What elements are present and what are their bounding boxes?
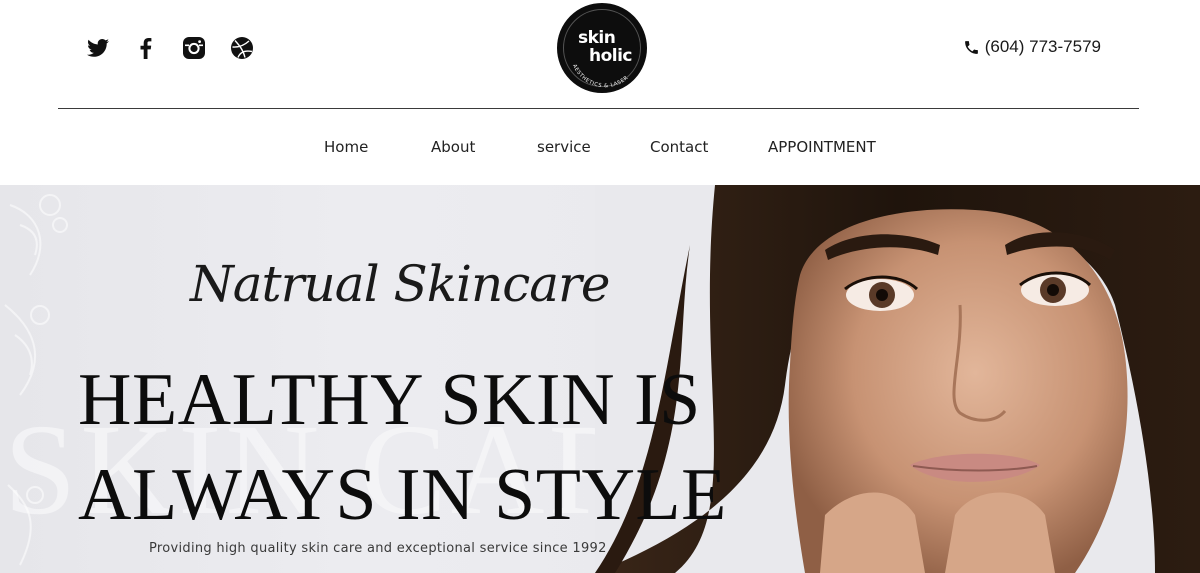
top-bar: skin holic AESTHETICS & LASER (604) 773-… [0,0,1200,109]
hero-tagline: Providing high quality skin care and exc… [149,541,607,556]
social-links [84,34,255,61]
facebook-link[interactable] [132,34,159,61]
instagram-link[interactable] [180,34,207,61]
twitter-icon [86,38,109,57]
nav-item-about[interactable]: About [431,138,475,156]
main-nav: Home About service Contact APPOINTMENT [0,138,1200,158]
header-divider [58,108,1139,109]
svg-text:AESTHETICS & LASER: AESTHETICS & LASER [571,63,630,89]
phone-icon [964,40,978,54]
facebook-icon [140,37,151,59]
twitter-link[interactable] [84,34,111,61]
hero-headline-line-2: ALWAYS IN STYLE [78,454,727,536]
hero-script-title: Natrual Skincare [190,255,610,313]
nav-item-contact[interactable]: Contact [650,138,708,156]
hero-headline: HEALTHY SKIN IS ALWAYS IN STYLE [78,353,727,543]
dribbble-icon [230,36,253,59]
instagram-icon [182,36,205,59]
nav-item-appointment[interactable]: APPOINTMENT [768,138,876,156]
brand-logo[interactable]: skin holic AESTHETICS & LASER [557,3,647,93]
logo-arc-text: AESTHETICS & LASER [571,63,630,89]
phone-contact[interactable]: (604) 773-7579 [963,37,1101,57]
nav-item-service[interactable]: service [537,138,591,156]
hero-banner: SKIN CARE Natrual Skincare HEALTHY SKIN … [0,185,1200,573]
dribbble-link[interactable] [228,34,255,61]
nav-item-home[interactable]: Home [324,138,368,156]
hero-headline-line-1: HEALTHY SKIN IS [78,359,701,441]
phone-number: (604) 773-7579 [984,37,1101,56]
